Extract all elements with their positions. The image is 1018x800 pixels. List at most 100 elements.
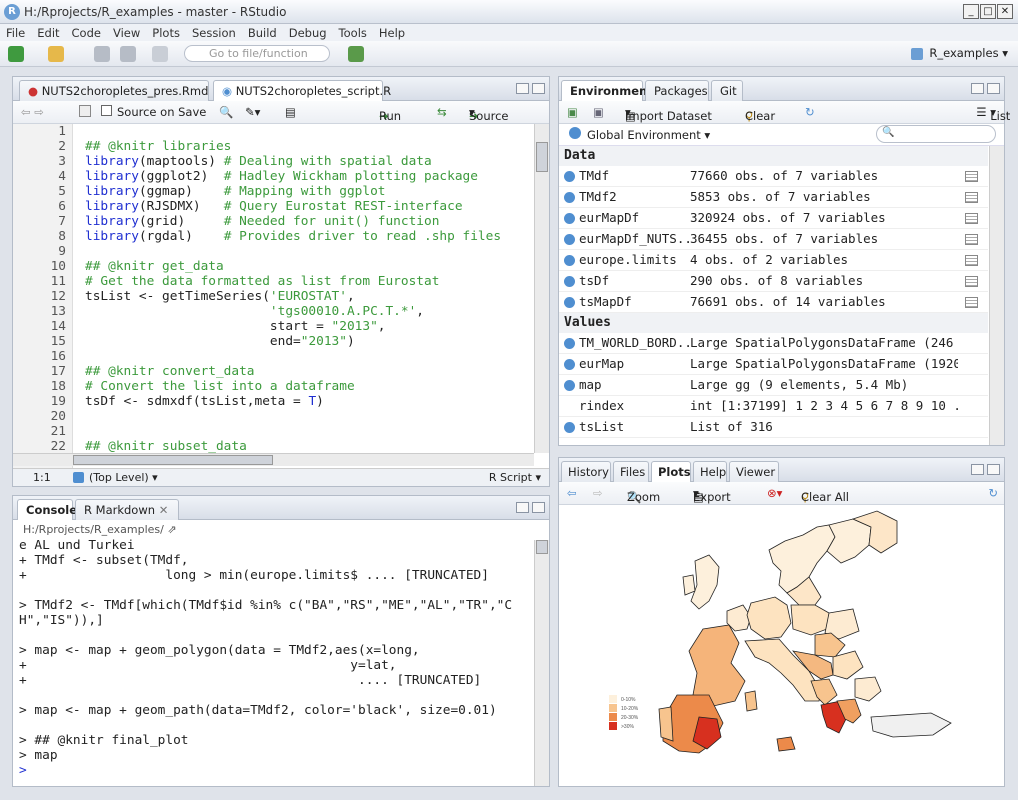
save-all-icon[interactable] xyxy=(120,46,136,62)
expand-icon[interactable] xyxy=(564,255,575,266)
code-line[interactable]: library(ggmap) # Mapping with ggplot xyxy=(73,184,534,199)
expand-icon[interactable] xyxy=(564,192,575,203)
menu-debug[interactable]: Debug xyxy=(289,26,327,40)
env-row[interactable]: eurMapDf 320924 obs. of 7 variables xyxy=(559,208,988,229)
view-table-icon[interactable] xyxy=(965,192,978,203)
code-line[interactable]: 'tgs00010.A.PC.T.*', xyxy=(73,304,534,319)
code-line[interactable]: library(rgdal) # Provides driver to read… xyxy=(73,229,534,244)
import-dataset-button[interactable]: ▤ Import Dataset ▾ xyxy=(625,105,712,123)
env-row[interactable]: TMdf 77660 obs. of 7 variables xyxy=(559,166,988,187)
code-line[interactable]: library(grid) # Needed for unit() functi… xyxy=(73,214,534,229)
close-icon[interactable]: ✕ xyxy=(997,4,1013,19)
scope-selector[interactable]: Global Environment ▾ xyxy=(587,128,710,142)
tab-files[interactable]: Files xyxy=(613,461,649,482)
wand-icon[interactable]: ✎▾ xyxy=(245,105,260,119)
menu-view[interactable]: View xyxy=(113,26,140,40)
minimize-pane-icon[interactable] xyxy=(971,83,984,94)
tab-rmd[interactable]: ● NUTS2choropletes_pres.Rmd ✕ xyxy=(19,80,222,101)
tab-viewer[interactable]: Viewer xyxy=(729,461,779,482)
code-line[interactable] xyxy=(73,124,534,139)
editor-hscroll[interactable] xyxy=(13,453,534,466)
env-row[interactable]: rindex int [1:37199] 1 2 3 4 5 6 7 8 9 10… xyxy=(559,396,988,417)
editor-vscroll[interactable] xyxy=(534,124,549,453)
code-editor[interactable]: 1234567891011121314151617181920212223 ##… xyxy=(13,124,534,469)
git-icon[interactable] xyxy=(348,46,364,62)
menu-file[interactable]: File xyxy=(6,26,25,40)
code-line[interactable]: ## @knitr get_data xyxy=(73,259,534,274)
source-on-save-checkbox[interactable] xyxy=(101,105,112,116)
tab-help[interactable]: Help xyxy=(693,461,727,482)
env-vscroll[interactable] xyxy=(989,146,1004,445)
scope-selector[interactable]: (Top Level) ▾ xyxy=(89,469,158,486)
tab-plots[interactable]: Plots xyxy=(651,461,691,482)
env-row[interactable]: TM_WORLD_BORD... Large SpatialPolygonsDat… xyxy=(559,333,988,354)
code-line[interactable]: library(ggplot2) # Hadley Wickham plotti… xyxy=(73,169,534,184)
view-table-icon[interactable] xyxy=(965,255,978,266)
rerun-icon[interactable]: ⇆ xyxy=(437,105,447,119)
tab-packages[interactable]: Packages xyxy=(645,80,709,101)
view-mode-selector[interactable]: ☰ List ▾ xyxy=(976,105,1010,123)
refresh-icon[interactable]: ↻ xyxy=(988,486,998,500)
find-icon[interactable]: 🔍 xyxy=(219,105,233,119)
code-line[interactable]: ## @knitr libraries xyxy=(73,139,534,154)
code-line[interactable] xyxy=(73,244,534,259)
save-icon[interactable] xyxy=(94,46,110,62)
env-row[interactable]: eurMapDf_NUTS... 36455 obs. of 7 variable… xyxy=(559,229,988,250)
menu-tools[interactable]: Tools xyxy=(339,26,367,40)
code-line[interactable] xyxy=(73,409,534,424)
expand-icon[interactable] xyxy=(564,297,575,308)
expand-icon[interactable] xyxy=(564,422,575,433)
scroll-thumb[interactable] xyxy=(536,540,548,554)
compile-icon[interactable]: ▤ xyxy=(285,105,296,119)
project-selector[interactable]: R_examples ▾ xyxy=(911,46,1008,60)
source-button[interactable]: ➜ Source ▾ xyxy=(469,105,509,123)
scroll-thumb[interactable] xyxy=(536,142,548,172)
tab-environment[interactable]: Environment xyxy=(561,80,653,101)
hscroll-thumb[interactable] xyxy=(73,455,273,465)
tab-rmarkdown[interactable]: R Markdown ✕ xyxy=(75,499,179,520)
new-file-icon[interactable] xyxy=(8,46,24,62)
code-line[interactable]: end="2013") xyxy=(73,334,534,349)
open-file-icon[interactable] xyxy=(48,46,64,62)
env-row[interactable]: tsDf 290 obs. of 8 variables xyxy=(559,271,988,292)
expand-icon[interactable] xyxy=(564,338,575,349)
env-row[interactable]: map Large gg (9 elements, 5.4 Mb) xyxy=(559,375,988,396)
goto-dir-icon[interactable]: ⇗ xyxy=(167,523,176,536)
code-line[interactable]: ## @knitr convert_data xyxy=(73,364,534,379)
next-plot-icon[interactable]: ⇨ xyxy=(593,486,603,500)
prev-plot-icon[interactable]: ⇦ xyxy=(567,486,577,500)
code-line[interactable]: ## @knitr subset_data xyxy=(73,439,534,454)
menu-code[interactable]: Code xyxy=(72,26,101,40)
env-row[interactable]: TMdf2 5853 obs. of 7 variables xyxy=(559,187,988,208)
save-icon[interactable] xyxy=(79,105,91,117)
menu-plots[interactable]: Plots xyxy=(152,26,180,40)
minimize-pane-icon[interactable] xyxy=(971,464,984,475)
minimize-icon[interactable]: _ xyxy=(963,4,979,19)
refresh-icon[interactable]: ↻ xyxy=(805,105,815,119)
menu-build[interactable]: Build xyxy=(248,26,277,40)
maximize-pane-icon[interactable] xyxy=(987,83,1000,94)
export-button[interactable]: ▤ Export ▾ xyxy=(693,486,731,504)
minimize-pane-icon[interactable] xyxy=(516,83,529,94)
remove-plot-icon[interactable]: ⊗▾ xyxy=(767,486,782,500)
code-line[interactable]: tsList <- getTimeSeries('EUROSTAT', xyxy=(73,289,534,304)
code-line[interactable]: library(RJSDMX) # Query Eurostat REST-in… xyxy=(73,199,534,214)
view-table-icon[interactable] xyxy=(965,297,978,308)
expand-icon[interactable] xyxy=(564,213,575,224)
env-search-input[interactable]: 🔍 xyxy=(876,125,996,143)
env-row[interactable]: tsList List of 316 xyxy=(559,417,988,438)
minimize-pane-icon[interactable] xyxy=(516,502,529,513)
env-row[interactable]: europe.limits 4 obs. of 2 variables xyxy=(559,250,988,271)
code-line[interactable] xyxy=(73,424,534,439)
maximize-pane-icon[interactable] xyxy=(987,464,1000,475)
view-table-icon[interactable] xyxy=(965,171,978,182)
file-type-selector[interactable]: R Script ▾ xyxy=(489,469,541,486)
maximize-icon[interactable]: □ xyxy=(980,4,996,19)
expand-icon[interactable] xyxy=(564,234,575,245)
expand-icon[interactable] xyxy=(564,276,575,287)
code-line[interactable]: start = "2013", xyxy=(73,319,534,334)
tab-history[interactable]: History xyxy=(561,461,611,482)
env-row[interactable]: tsMapDf 76691 obs. of 14 variables xyxy=(559,292,988,313)
expand-icon[interactable] xyxy=(564,380,575,391)
load-workspace-icon[interactable]: ▣ xyxy=(567,105,578,119)
